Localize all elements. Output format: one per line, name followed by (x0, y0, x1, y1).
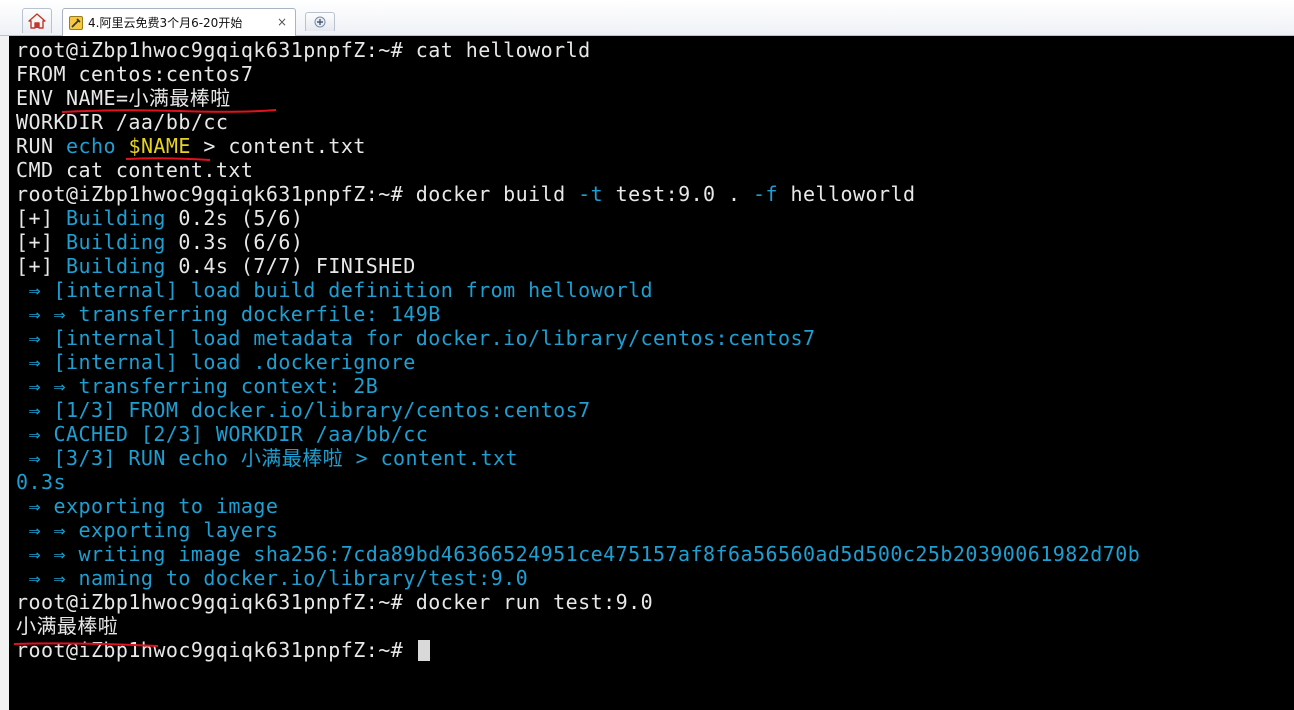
terminal-line: root@iZbp1hwoc9gqiqk631pnpfZ:~# (16, 638, 1286, 662)
terminal-output: root@iZbp1hwoc9gqiqk631pnpfZ:~# cat hell… (16, 38, 1286, 662)
build-step-text: ⇒ [internal] load .dockerignore (28, 350, 416, 374)
build-progress-line: [+] Building 0.2s (5/6) (16, 206, 1286, 230)
echo-keyword: echo (65, 134, 116, 158)
command-flag: -t (578, 182, 604, 206)
build-step-text: ⇒ CACHED [2/3] WORKDIR /aa/bb/cc (28, 422, 429, 446)
terminal-line: root@iZbp1hwoc9gqiqk631pnpfZ:~# docker b… (16, 182, 1286, 206)
shell-prompt: root@iZbp1hwoc9gqiqk631pnpfZ:~# (16, 590, 404, 614)
build-step-line: ⇒ [internal] load .dockerignore (16, 350, 1286, 374)
progress-label: Building (65, 254, 166, 278)
build-step-text: ⇒ ⇒ transferring context: 2B (28, 374, 379, 398)
text-cursor (417, 640, 430, 661)
terminal-left-margin (0, 36, 9, 710)
command-arg: test:9.0 . (615, 182, 741, 206)
progress-label: Building (65, 230, 166, 254)
env-variable: $NAME (128, 134, 191, 158)
build-step-line: ⇒ ⇒ transferring context: 2B (16, 374, 1286, 398)
progress-status: 0.4s (7/7) FINISHED (178, 254, 416, 278)
command-text: docker run test:9.0 (415, 590, 654, 614)
build-progress-line: [+] Building 0.4s (7/7) FINISHED (16, 254, 1286, 278)
env-assignment: NAME=小满最棒啦 (65, 86, 231, 110)
terminal-line: RUN echo $NAME > content.txt (16, 134, 1286, 158)
redirect-text: > content.txt (203, 134, 366, 158)
tab-bar: 4.阿里云免费3个月6-20开始 × (0, 0, 1294, 36)
shell-prompt: root@iZbp1hwoc9gqiqk631pnpfZ:~# (16, 38, 404, 62)
progress-prefix: [+] (16, 254, 54, 278)
dockerfile-keyword: RUN (16, 134, 54, 158)
progress-prefix: [+] (16, 230, 54, 254)
terminal-line: WORKDIR /aa/bb/cc (16, 110, 229, 134)
build-step-text: ⇒ [internal] load build definition from … (28, 278, 654, 302)
new-tab-icon (314, 16, 326, 28)
progress-status: 0.2s (5/6) (178, 206, 304, 230)
terminal-line: root@iZbp1hwoc9gqiqk631pnpfZ:~# docker r… (16, 590, 1286, 614)
terminal-line: ENV NAME=小满最棒啦 (16, 86, 1286, 110)
export-step-line: ⇒ ⇒ exporting layers (16, 518, 1286, 542)
command-text: docker build (415, 182, 566, 206)
command-arg: helloworld (790, 182, 916, 206)
command-text: cat helloworld (415, 38, 591, 62)
progress-prefix: [+] (16, 206, 54, 230)
build-step-line: ⇒ [3/3] RUN echo 小满最棒啦 > content.txt (16, 446, 1286, 470)
build-step-time: 0.3s (16, 470, 66, 494)
build-step-line: ⇒ CACHED [2/3] WORKDIR /aa/bb/cc (16, 422, 1286, 446)
home-tab[interactable] (22, 8, 52, 33)
shell-prompt: root@iZbp1hwoc9gqiqk631pnpfZ:~# (16, 182, 404, 206)
terminal-screen[interactable]: root@iZbp1hwoc9gqiqk631pnpfZ:~# cat hell… (0, 36, 1294, 710)
home-icon (28, 13, 46, 29)
build-step-text: ⇒ [3/3] RUN echo 小满最棒啦 > content.txt (28, 446, 518, 470)
export-step-text: ⇒ ⇒ writing image sha256:7cda89bd4636652… (28, 542, 1141, 566)
build-step-line: ⇒ [internal] load metadata for docker.io… (16, 326, 1286, 350)
export-step-text: ⇒ exporting to image (28, 494, 279, 518)
build-step-text: ⇒ ⇒ transferring dockerfile: 149B (28, 302, 441, 326)
build-step-text: ⇒ [1/3] FROM docker.io/library/centos:ce… (28, 398, 591, 422)
run-output: 小满最棒啦 (16, 614, 119, 638)
command-flag: -f (753, 182, 779, 206)
session-icon (69, 15, 83, 30)
export-step-text: ⇒ ⇒ exporting layers (28, 518, 279, 542)
build-progress-line: [+] Building 0.3s (6/6) (16, 230, 1286, 254)
shell-prompt: root@iZbp1hwoc9gqiqk631pnpfZ:~# (16, 638, 404, 662)
export-step-line: ⇒ ⇒ writing image sha256:7cda89bd4636652… (16, 542, 1286, 566)
terminal-line: CMD cat content.txt (16, 158, 254, 182)
build-step-line: ⇒ [internal] load build definition from … (16, 278, 1286, 302)
build-step-text: ⇒ [internal] load metadata for docker.io… (28, 326, 816, 350)
new-tab-button[interactable] (305, 12, 335, 31)
build-step-line: ⇒ ⇒ transferring dockerfile: 149B (16, 302, 1286, 326)
terminal-line: root@iZbp1hwoc9gqiqk631pnpfZ:~# cat hell… (16, 38, 1286, 62)
terminal-line: FROM centos:centos7 (16, 62, 254, 86)
export-step-line: ⇒ exporting to image (16, 494, 1286, 518)
build-step-line: ⇒ [1/3] FROM docker.io/library/centos:ce… (16, 398, 1286, 422)
progress-label: Building (65, 206, 166, 230)
tab-active[interactable]: 4.阿里云免费3个月6-20开始 × (62, 8, 296, 36)
export-step-text: ⇒ ⇒ naming to docker.io/library/test:9.0 (28, 566, 529, 590)
export-step-line: ⇒ ⇒ naming to docker.io/library/test:9.0 (16, 566, 1286, 590)
progress-status: 0.3s (6/6) (178, 230, 304, 254)
tab-close-icon[interactable]: × (277, 15, 287, 29)
dockerfile-keyword: ENV (16, 86, 54, 110)
tab-title: 4.阿里云免费3个月6-20开始 (88, 16, 243, 30)
